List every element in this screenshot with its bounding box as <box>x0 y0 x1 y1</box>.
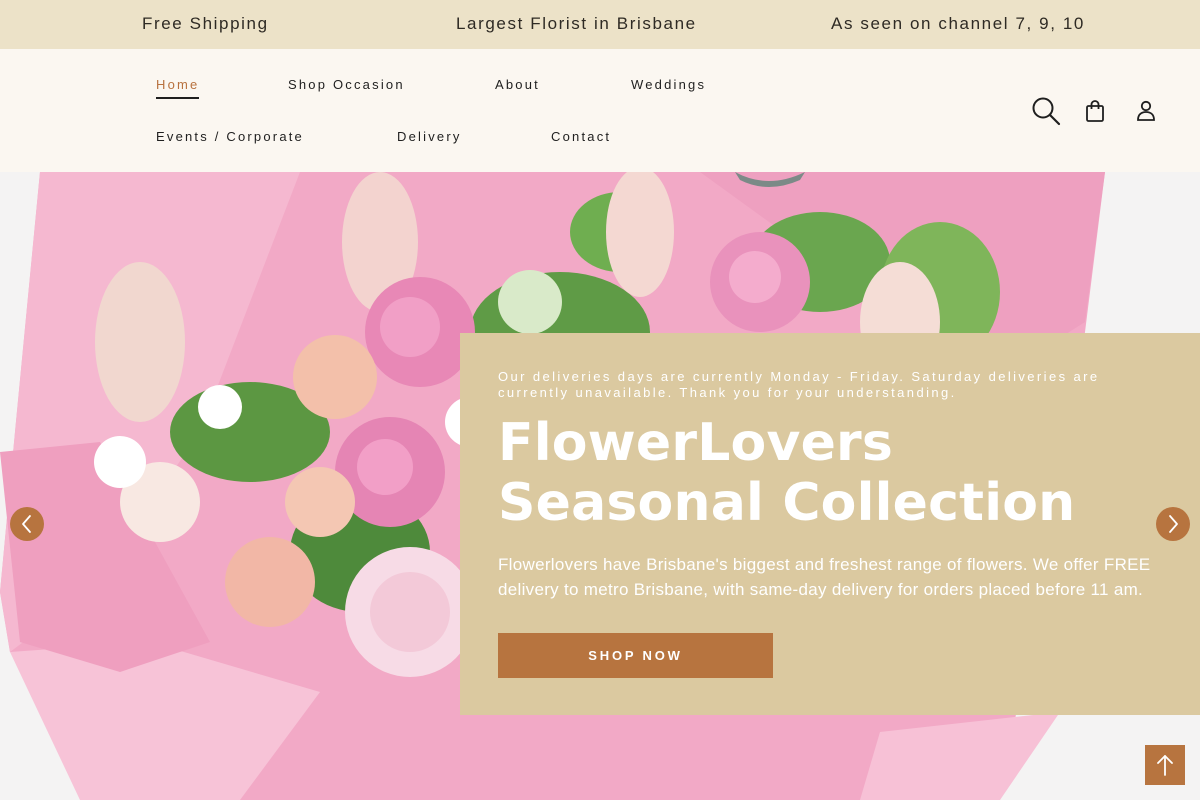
nav-item-weddings[interactable]: Weddings <box>631 77 706 92</box>
site-header: Home Shop Occasion About Weddings Events… <box>0 49 1200 172</box>
nav-item-delivery[interactable]: Delivery <box>397 129 462 144</box>
announcement-bar: Free Shipping Largest Florist in Brisban… <box>0 0 1200 49</box>
nav-item-shop-occasion[interactable]: Shop Occasion <box>288 77 405 92</box>
hero-content-panel: Our deliveries days are currently Monday… <box>460 333 1200 715</box>
announcement-largest-florist: Largest Florist in Brisbane <box>456 14 697 33</box>
slider-prev-button[interactable] <box>10 507 44 541</box>
announcement-free-shipping: Free Shipping <box>142 14 269 33</box>
arrow-up-icon <box>1157 755 1173 776</box>
nav-item-about[interactable]: About <box>495 77 540 92</box>
delivery-notice: Our deliveries days are currently Monday… <box>498 369 1100 400</box>
nav-item-home[interactable]: Home <box>156 77 200 99</box>
announcement-as-seen-on: As seen on channel 7, 9, 10 <box>831 14 1085 33</box>
hero-description: Flowerlovers have Brisbane's biggest and… <box>498 555 1151 599</box>
search-icon[interactable] <box>1031 96 1061 131</box>
shop-now-button[interactable]: SHOP NOW <box>498 633 773 678</box>
shopping-bag-icon[interactable] <box>1085 99 1105 128</box>
nav-item-contact[interactable]: Contact <box>551 129 611 144</box>
account-icon[interactable] <box>1136 99 1156 128</box>
back-to-top-button[interactable] <box>1145 745 1185 785</box>
hero-slider: Our deliveries days are currently Monday… <box>0 172 1200 800</box>
nav-item-events-corporate[interactable]: Events / Corporate <box>156 129 304 144</box>
chevron-left-icon <box>22 515 31 533</box>
hero-title: FlowerLovers Seasonal Collection <box>498 413 1076 533</box>
slider-next-button[interactable] <box>1156 507 1190 541</box>
chevron-right-icon <box>1169 515 1178 533</box>
